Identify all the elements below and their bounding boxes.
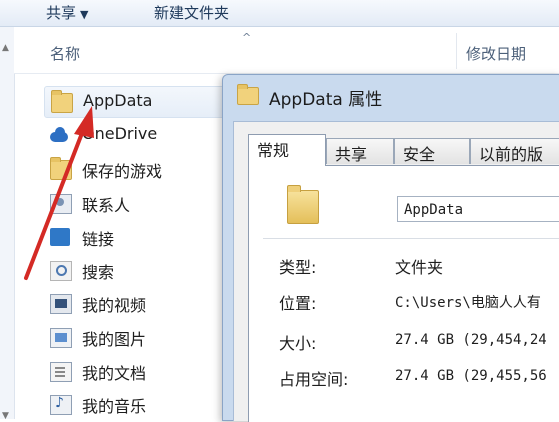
- list-item-label: 链接: [82, 230, 115, 249]
- type-label: 类型:: [279, 258, 317, 277]
- folder-icon: [51, 90, 73, 113]
- location-value: C:\Users\电脑人人有: [395, 295, 541, 311]
- list-item-label: 联系人: [82, 196, 131, 215]
- new-folder-button[interactable]: 新建文件夹: [154, 2, 229, 23]
- scroll-up-icon[interactable]: ▲: [2, 43, 12, 53]
- dialog-titlebar[interactable]: AppData 属性: [223, 75, 559, 119]
- list-item-label: 保存的游戏: [82, 162, 163, 181]
- column-divider[interactable]: [456, 33, 457, 69]
- chevron-down-icon: ▼: [80, 8, 89, 21]
- list-item-label: OneDrive: [82, 124, 158, 143]
- list-item-label: AppData: [83, 91, 153, 110]
- dialog-body: 常规 共享 安全 以前的版 AppData 类型: 文件夹 位置: C:\Use…: [233, 121, 559, 422]
- contacts-icon: [50, 194, 72, 214]
- column-header: 名称 ^ 修改日期: [14, 27, 559, 74]
- list-item-label: 我的文档: [82, 364, 147, 383]
- list-item-onedrive[interactable]: OneDrive: [44, 120, 234, 150]
- size-label: 大小:: [279, 334, 317, 353]
- tab-sharing[interactable]: 共享: [326, 138, 394, 164]
- properties-dialog: AppData 属性 常规 共享 安全 以前的版 AppData 类型: 文件夹…: [222, 74, 559, 422]
- size-on-disk-label: 占用空间:: [279, 370, 349, 389]
- explorer-toolbar: 共享 ▼ 新建文件夹: [0, 0, 559, 27]
- divider: [263, 238, 559, 239]
- dialog-title: AppData 属性: [269, 90, 383, 110]
- share-label: 共享: [46, 4, 77, 22]
- list-item-label: 搜索: [82, 263, 115, 282]
- scroll-down-icon[interactable]: ▼: [2, 411, 12, 421]
- folder-icon: [50, 157, 72, 180]
- location-label: 位置:: [279, 294, 317, 313]
- share-menu-button[interactable]: 共享 ▼: [46, 2, 88, 23]
- list-item-music[interactable]: 我的音乐: [44, 389, 234, 419]
- list-item-label: 我的图片: [82, 330, 147, 349]
- date-column-header[interactable]: 修改日期: [466, 43, 526, 64]
- links-icon: [50, 228, 70, 246]
- tab-security[interactable]: 安全: [394, 138, 470, 164]
- list-item-label: 我的音乐: [82, 397, 147, 416]
- navigation-pane[interactable]: ▲ ▼: [0, 27, 15, 421]
- size-value: 27.4 GB (29,454,24: [395, 332, 547, 348]
- folder-large-icon: [287, 185, 319, 224]
- search-icon: [50, 261, 72, 281]
- list-item-searches[interactable]: 搜索: [44, 255, 234, 285]
- list-item-saved-games[interactable]: 保存的游戏: [44, 154, 234, 184]
- pictures-icon: [50, 328, 72, 348]
- sort-up-icon: ^: [242, 31, 252, 44]
- list-item-links[interactable]: 链接: [44, 222, 234, 252]
- general-tab-panel: AppData 类型: 文件夹 位置: C:\Users\电脑人人有 大小: 2…: [248, 165, 559, 422]
- tab-general[interactable]: 常规: [248, 134, 326, 166]
- onedrive-icon: [50, 126, 70, 144]
- list-item-pictures[interactable]: 我的图片: [44, 322, 234, 352]
- list-item-contacts[interactable]: 联系人: [44, 188, 234, 218]
- folder-icon: [237, 84, 259, 105]
- name-column-header[interactable]: 名称: [50, 43, 80, 64]
- list-item-label: 我的视频: [82, 296, 147, 315]
- documents-icon: [50, 362, 72, 382]
- list-item-videos[interactable]: 我的视频: [44, 288, 234, 318]
- size-on-disk-value: 27.4 GB (29,455,56: [395, 368, 547, 384]
- tab-previous-versions[interactable]: 以前的版: [470, 138, 559, 164]
- list-item-appdata[interactable]: AppData: [44, 86, 236, 118]
- list-item-documents[interactable]: 我的文档: [44, 356, 234, 386]
- type-value: 文件夹: [395, 258, 444, 277]
- folder-name-field[interactable]: AppData: [397, 196, 559, 222]
- music-icon: [50, 395, 72, 415]
- videos-icon: [50, 294, 72, 314]
